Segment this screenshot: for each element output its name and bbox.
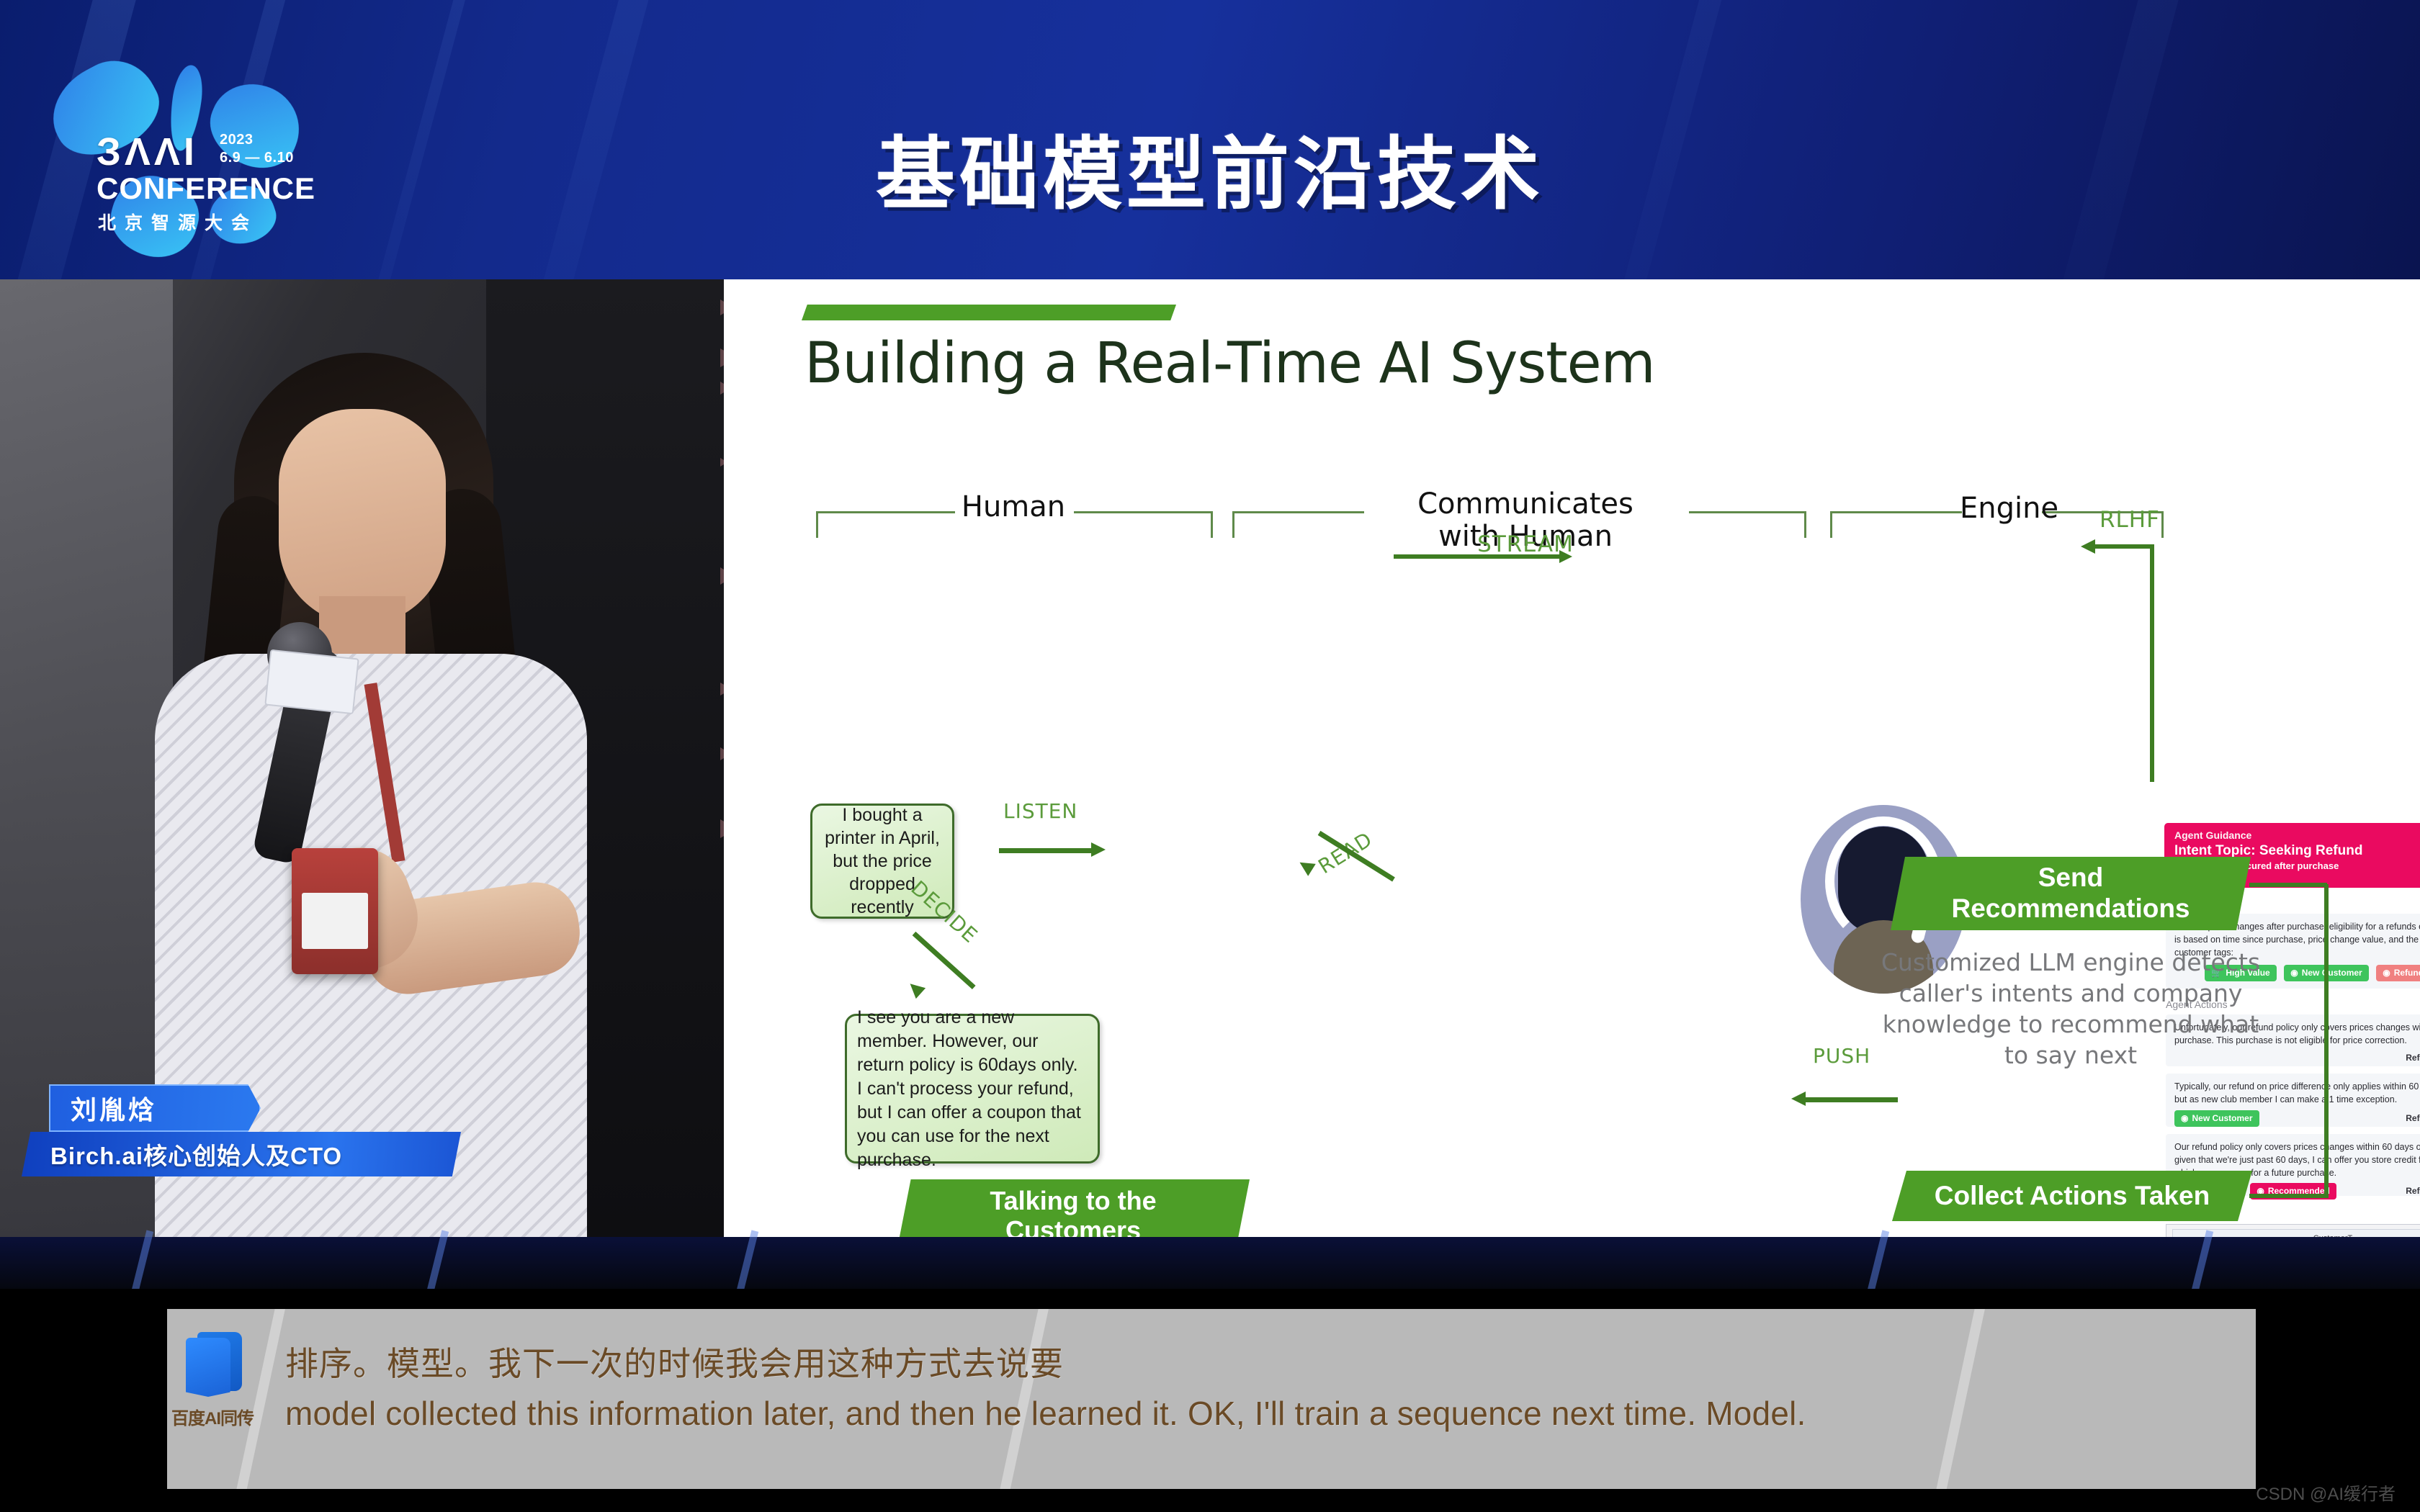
flow-label-rlhf: RLHF	[2099, 507, 2160, 533]
column-header-engine: Engine	[1960, 492, 2059, 525]
speaker-role-badge: Birch.ai核心创始人及CTO	[22, 1132, 461, 1176]
content-area: 刘胤焓 Birch.ai核心创始人及CTO Building a Real-Ti…	[0, 279, 2420, 1237]
bracket-human-left	[816, 511, 955, 538]
agent-action-text: Typically, our refund on price differenc…	[2174, 1081, 2420, 1104]
card-heading-collect-actions: Collect Actions Taken	[1892, 1171, 2252, 1221]
agent-guidance-label: Agent Guidance	[2174, 829, 2252, 841]
alert-icon: ◉	[2383, 968, 2390, 978]
stream-arrow-head	[1559, 550, 1572, 563]
rlhf-arrow-line-vertical	[2150, 544, 2154, 782]
bracket-engine-left	[1830, 511, 1962, 538]
speaker-name-badge: 刘胤焓	[49, 1084, 261, 1132]
bracket-human-right	[1074, 511, 1213, 538]
tag-new-customer-label: New Customer	[2192, 1112, 2253, 1123]
agent-speech-bubble: I see you are a new member. However, our…	[845, 1007, 1100, 1170]
blue-transition-strip	[0, 1230, 2420, 1309]
rlhf-arrow-line-top	[2092, 544, 2154, 549]
flow-label-push: PUSH	[1813, 1044, 1871, 1068]
panel-streak	[1926, 1309, 1991, 1489]
user-icon: ◉	[2290, 968, 2298, 978]
card-heading-send-l1: Send	[2038, 863, 2104, 893]
face	[279, 409, 446, 625]
subtitle-panel: 百度AI同传 排序。模型。我下一次的时候我会用这种方式去说要 model col…	[167, 1309, 2256, 1489]
listen-arrow-line	[999, 848, 1093, 853]
agent-action-row: Typically, our refund on price differenc…	[2166, 1074, 2420, 1127]
bracket-communicates-left	[1232, 511, 1364, 538]
banner-title: 基础模型前沿技术	[876, 130, 1544, 219]
subtitle-chinese: 排序。模型。我下一次的时候我会用这种方式去说要	[285, 1345, 1064, 1382]
listen-arrow-head	[1091, 842, 1106, 857]
push-arrow-head	[1791, 1092, 1806, 1106]
push-arrow-line	[1804, 1097, 1898, 1102]
column-header-communicates-l1: Communicates	[1417, 487, 1634, 521]
baidu-ai-logo	[183, 1329, 245, 1398]
tag-refund-abuse[interactable]: ◉Refund Abuse	[2376, 965, 2420, 982]
card-heading-talking: Talking to the Customers	[897, 1179, 1250, 1237]
rlhf-arrow-head	[2081, 539, 2095, 554]
csdn-watermark: CSDN @AI缓行者	[2256, 1485, 2396, 1504]
user-icon: ◉	[2181, 1112, 2189, 1123]
tag-new-customer-label: New Customer	[2301, 968, 2362, 978]
card-heading-send-recommendations: Send Recommendations	[1891, 857, 2251, 930]
baidu-ai-label: 百度AI同传	[171, 1409, 254, 1428]
subtitle-bar: 百度AI同传 排序。模型。我下一次的时候我会用这种方式去说要 model col…	[0, 1289, 2420, 1512]
camera-feed: 刘胤焓 Birch.ai核心创始人及CTO	[0, 279, 724, 1237]
slide-title: Building a Real-Time AI System	[805, 331, 1656, 396]
card-heading-talking-l1: Talking to the	[990, 1185, 1157, 1215]
conference-badge	[292, 848, 378, 974]
agent-action-reference: Reference: 12.33.01-5	[2406, 1186, 2420, 1197]
presentation-slide: Building a Real-Time AI System Human Com…	[724, 279, 2420, 1237]
card-heading-send-l2: Recommendations	[1951, 894, 2190, 923]
tag-refund-abuse-label: Refund Abuse	[2393, 968, 2420, 978]
baidu-logo-front	[186, 1338, 230, 1397]
screenshot-root: ЗΛΛI CONFERENCE 北京智源大会 2023 6.9 — 6.10 基…	[0, 0, 2420, 1512]
speaker-name-text: 刘胤焓	[71, 1095, 158, 1125]
intent-topic: Intent Topic: Seeking Refund	[2174, 843, 2363, 858]
card-body-send-recommendations: Customized LLM engine detects caller's i…	[1881, 948, 2261, 1069]
agent-action-reference: Reference: 12.33.01-5	[2406, 1112, 2420, 1123]
collect-line-to-send	[2249, 883, 2327, 887]
speaker-role-text: Birch.ai核心创始人及CTO	[50, 1143, 343, 1169]
card-heading-talking-l2: Customers	[1005, 1215, 1142, 1237]
tag-new-customer[interactable]: ◉ New Customer	[2174, 1110, 2259, 1127]
decide-arrow-head	[905, 978, 926, 999]
badge-inner	[302, 893, 368, 949]
collect-line-vertical-right	[2324, 884, 2329, 1198]
microphone-flag-tag	[264, 649, 359, 715]
card-heading-collect-label: Collect Actions Taken	[1934, 1180, 2210, 1210]
bracket-communicates-right	[1689, 511, 1806, 538]
title-accent-bar	[802, 305, 1176, 320]
column-header-human: Human	[961, 490, 1066, 523]
crm-screenshot[interactable]: CustomerT CustomerID FirstName LastName …	[2166, 1224, 2420, 1237]
flow-label-listen: LISTEN	[1003, 799, 1078, 823]
stream-arrow-line	[1394, 554, 1559, 559]
read-arrow-head	[1296, 856, 1316, 876]
subtitle-english: model collected this information later, …	[285, 1395, 1806, 1432]
collect-line-right	[2249, 1194, 2329, 1198]
conference-banner: ЗΛΛI CONFERENCE 北京智源大会 2023 6.9 — 6.10 基…	[0, 0, 2420, 279]
